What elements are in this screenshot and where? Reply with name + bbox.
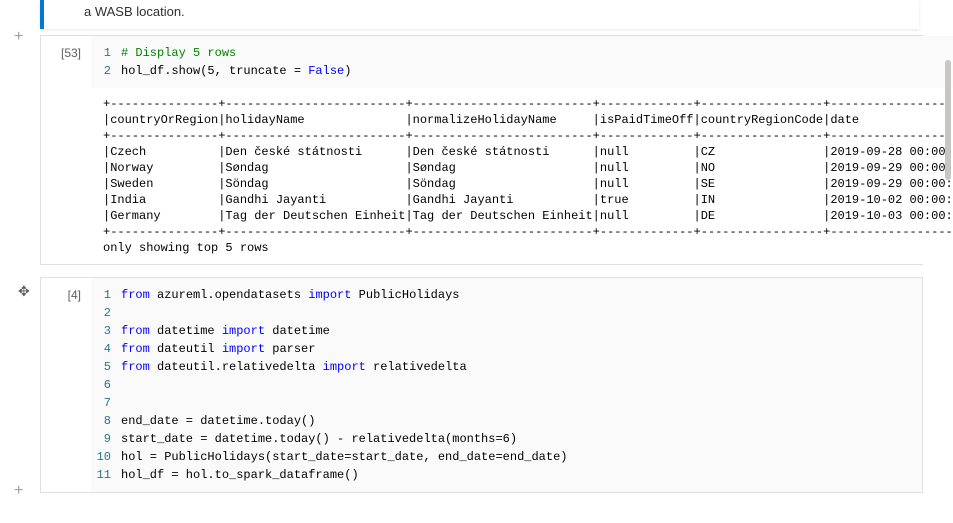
code-line[interactable]: from datetime import datetime [121,322,922,340]
code-cell[interactable]: [53] 12 # Display 5 rowshol_df.show(5, t… [40,35,923,265]
line-gutter: 12 [91,44,121,80]
add-cell-icon[interactable]: + [14,483,23,499]
notebook-container: a WASB location. + [53] 12 # Display 5 r… [0,0,953,493]
line-number: 3 [91,322,111,340]
line-number: 2 [91,304,111,322]
code-line[interactable] [121,376,922,394]
line-number: 8 [91,412,111,430]
execution-count: [4] [41,278,91,492]
drag-handle-icon[interactable]: ✥ [18,283,30,300]
code-line[interactable]: end_date = datetime.today() [121,412,922,430]
code-line[interactable]: hol = PublicHolidays(start_date=start_da… [121,448,922,466]
line-number: 2 [91,62,111,80]
cell-wrapper: ✥ [4] 1234567891011 from azureml.opendat… [10,277,923,493]
code-cell[interactable]: [4] 1234567891011 from azureml.opendatas… [40,277,923,493]
line-number: 6 [91,376,111,394]
code-line[interactable]: hol_df = hol.to_spark_dataframe() [121,466,922,484]
code-lines[interactable]: # Display 5 rowshol_df.show(5, truncate … [121,44,953,80]
execution-count: [53] [41,36,91,264]
cell-output: +---------------+-----------------------… [91,88,953,264]
line-number: 10 [91,448,111,466]
code-line[interactable] [121,394,922,412]
code-line[interactable] [121,304,922,322]
code-line[interactable]: hol_df.show(5, truncate = False) [121,62,953,80]
info-banner: a WASB location. [40,0,919,29]
line-number: 1 [91,44,111,62]
code-area[interactable]: 1234567891011 from azureml.opendatasets … [91,278,922,492]
line-number: 1 [91,286,111,304]
cell-body: 12 # Display 5 rowshol_df.show(5, trunca… [91,36,953,264]
code-line[interactable]: start_date = datetime.today() - relative… [121,430,922,448]
info-banner-text: a WASB location. [84,4,185,19]
code-line[interactable]: from azureml.opendatasets import PublicH… [121,286,922,304]
line-number: 5 [91,358,111,376]
line-number: 4 [91,340,111,358]
line-number: 11 [91,466,111,484]
line-number: 7 [91,394,111,412]
code-line[interactable]: from dateutil.relativedelta import relat… [121,358,922,376]
line-gutter: 1234567891011 [91,286,121,484]
code-line[interactable]: from dateutil import parser [121,340,922,358]
add-cell-icon[interactable]: + [14,29,23,45]
code-area[interactable]: 12 # Display 5 rowshol_df.show(5, trunca… [91,36,953,88]
cell-wrapper: + [53] 12 # Display 5 rowshol_df.show(5,… [10,35,923,265]
code-lines[interactable]: from azureml.opendatasets import PublicH… [121,286,922,484]
cell-body: 1234567891011 from azureml.opendatasets … [91,278,922,492]
line-number: 9 [91,430,111,448]
vertical-scrollbar[interactable] [945,60,951,180]
code-line[interactable]: # Display 5 rows [121,44,953,62]
